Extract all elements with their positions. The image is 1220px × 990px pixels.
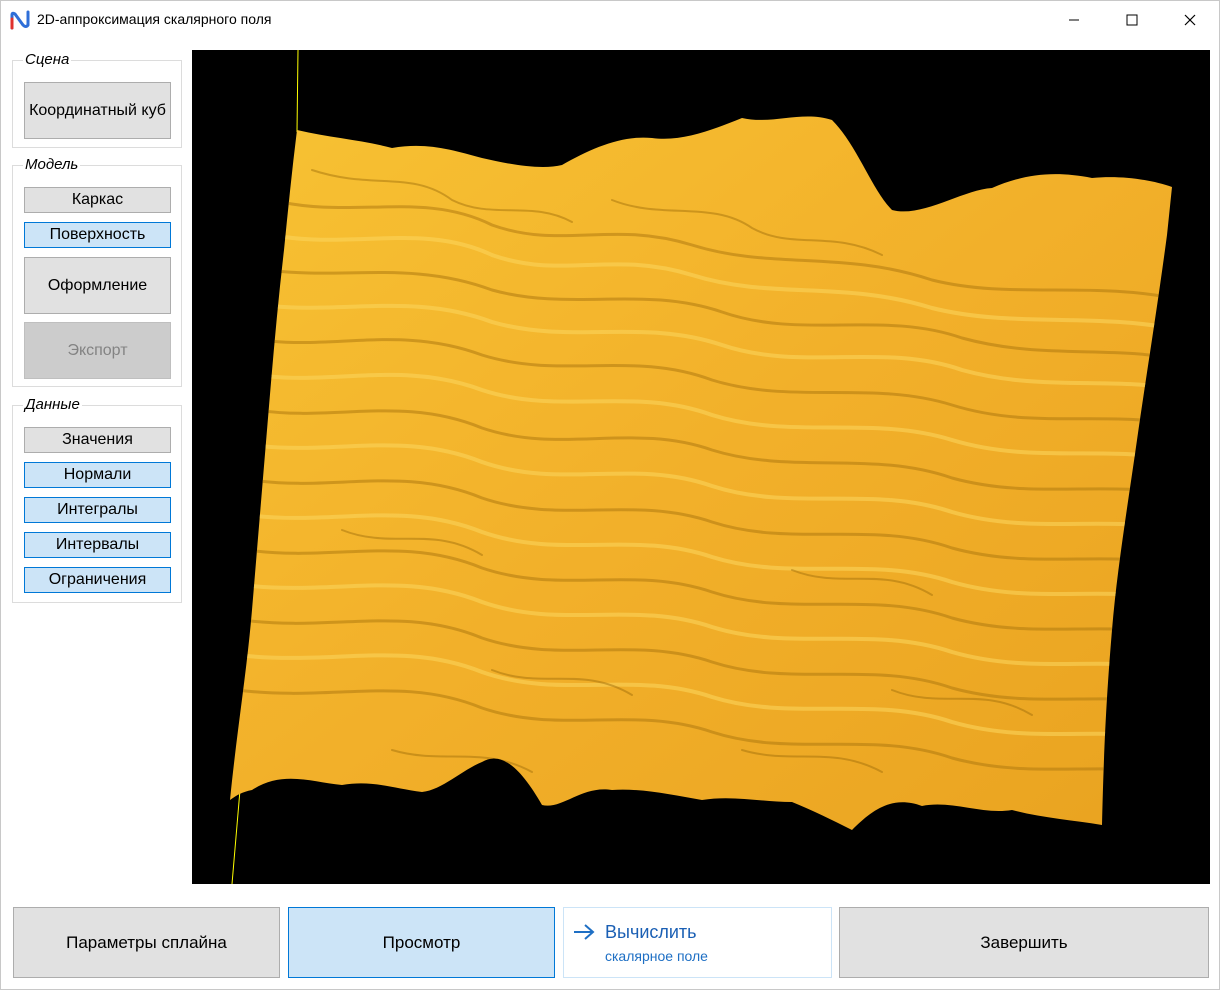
vertical-axis-bottom [231, 789, 241, 884]
compute-label: Вычислить [605, 922, 697, 942]
compute-scalar-field-button[interactable]: Вычислить скалярное поле [563, 907, 832, 978]
model-group: Модель Каркас Поверхность Оформление Экс… [12, 156, 182, 387]
vertical-axis-top [296, 50, 299, 133]
maximize-icon [1126, 14, 1138, 26]
spline-params-button[interactable]: Параметры сплайна [13, 907, 280, 978]
surface-render [230, 50, 1172, 884]
values-button[interactable]: Значения [24, 427, 171, 453]
3d-viewport[interactable] [192, 50, 1210, 884]
normals-button[interactable]: Нормали [24, 462, 171, 488]
scene-legend: Сцена [23, 51, 72, 69]
window-title: 2D-аппроксимация скалярного поля [37, 11, 272, 27]
intervals-button[interactable]: Интервалы [24, 532, 171, 558]
wireframe-button[interactable]: Каркас [24, 187, 171, 213]
surface [230, 116, 1172, 830]
scene-group: Сцена Координатный куб [12, 51, 182, 148]
minimize-icon [1069, 19, 1079, 21]
app-window: 2D-аппроксимация скалярного поля Сцена К… [0, 0, 1220, 990]
integrals-button[interactable]: Интегралы [24, 497, 171, 523]
close-button[interactable] [1161, 1, 1219, 39]
constraints-button[interactable]: Ограничения [24, 567, 171, 593]
surface-button[interactable]: Поверхность [24, 222, 171, 248]
maximize-button[interactable] [1103, 1, 1161, 39]
arrow-right-icon [574, 924, 595, 940]
export-button[interactable]: Экспорт [24, 322, 171, 379]
preview-button[interactable]: Просмотр [288, 907, 555, 978]
compute-sublabel: скалярное поле [605, 948, 708, 964]
data-group: Данные Значения Нормали Интегралы Интерв… [12, 396, 182, 603]
coordinate-cube-button[interactable]: Координатный куб [24, 82, 171, 139]
finish-button[interactable]: Завершить [839, 907, 1209, 978]
data-legend: Данные [23, 396, 82, 414]
appearance-button[interactable]: Оформление [24, 257, 171, 314]
close-icon [1184, 14, 1196, 26]
app-logo-icon [10, 10, 30, 30]
model-legend: Модель [23, 156, 81, 174]
title-bar: 2D-аппроксимация скалярного поля [1, 1, 1219, 39]
minimize-button[interactable] [1045, 1, 1103, 39]
